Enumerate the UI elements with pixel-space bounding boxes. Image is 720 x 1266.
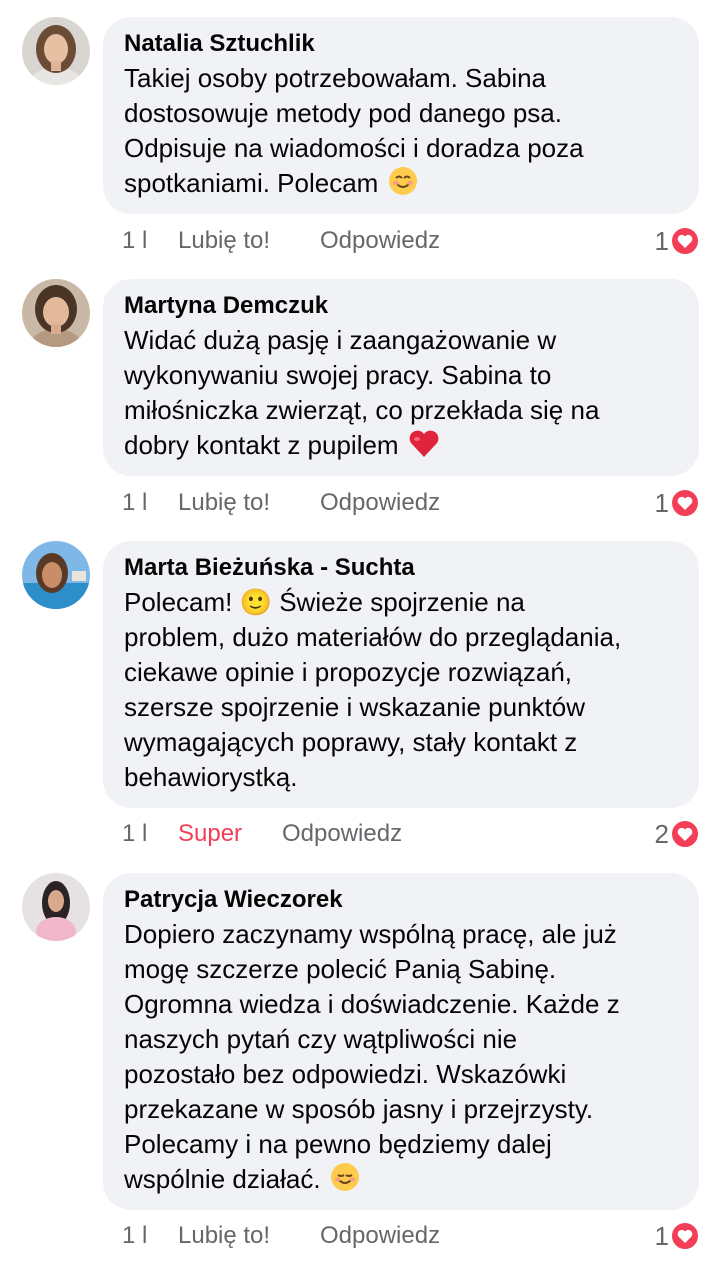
reaction-count: 1 xyxy=(654,226,669,256)
comment-text: Takiej osoby potrzebowałam. Sabina dostos… xyxy=(124,63,584,198)
comment-text: Dopiero zaczynamy wspólną pracę, ale już… xyxy=(124,919,620,1194)
like-button[interactable]: Lubię to! xyxy=(178,1219,270,1253)
avatar[interactable] xyxy=(22,873,90,941)
comment-author[interactable]: Patrycja Wieczorek xyxy=(124,885,681,915)
comment: Patrycja Wieczorek Dopiero zaczynamy wsp… xyxy=(0,873,720,1253)
comment-author[interactable]: Marta Bieżuńska - Suchta xyxy=(124,553,681,583)
comment-bubble: Patrycja Wieczorek Dopiero zaczynamy wsp… xyxy=(103,873,699,1210)
avatar[interactable] xyxy=(22,541,90,609)
avatar[interactable] xyxy=(22,17,90,85)
comments-list: Natalia Sztuchlik Takiej osoby potrzebow… xyxy=(0,0,720,1266)
reply-button[interactable]: Odpowiedz xyxy=(282,817,402,851)
love-icon xyxy=(670,226,700,256)
reply-button[interactable]: Odpowiedz xyxy=(320,486,440,520)
red-heart-icon xyxy=(408,428,440,458)
comment-time[interactable]: 1 l xyxy=(122,817,147,851)
love-icon xyxy=(670,1221,700,1251)
comment-bubble: Martyna Demczuk Widać dużą pasję i zaang… xyxy=(103,279,699,476)
smiling-face-with-smiling-eyes-icon xyxy=(388,166,418,196)
comment: Natalia Sztuchlik Takiej osoby potrzebow… xyxy=(0,17,720,262)
reply-button[interactable]: Odpowiedz xyxy=(320,224,440,258)
like-button[interactable]: Lubię to! xyxy=(178,486,270,520)
reaction-summary[interactable]: 1 xyxy=(655,486,700,520)
reaction-count: 1 xyxy=(654,488,669,518)
comment-author[interactable]: Martyna Demczuk xyxy=(124,291,681,321)
comment-time[interactable]: 1 l xyxy=(122,1219,147,1253)
comment-text: Polecam! 🙂 Świeże spojrzenie na problem, … xyxy=(124,587,622,792)
reaction-count: 1 xyxy=(654,1221,669,1251)
comment-bubble: Natalia Sztuchlik Takiej osoby potrzebow… xyxy=(103,17,699,214)
reaction-summary[interactable]: 2 xyxy=(655,817,700,851)
smiling-face-icon xyxy=(330,1162,360,1192)
love-icon xyxy=(670,488,700,518)
reaction-count: 2 xyxy=(654,819,669,849)
comment-time[interactable]: 1 l xyxy=(122,486,147,520)
love-icon xyxy=(670,819,700,849)
reaction-summary[interactable]: 1 xyxy=(655,1219,700,1253)
like-button[interactable]: Lubię to! xyxy=(178,224,270,258)
comment-time[interactable]: 1 l xyxy=(122,224,147,258)
comment-bubble: Marta Bieżuńska - Suchta Polecam! 🙂 Świe… xyxy=(103,541,699,808)
comment-text: Widać dużą pasję i zaangażowanie w wykony… xyxy=(124,325,600,460)
avatar[interactable] xyxy=(22,279,90,347)
reaction-summary[interactable]: 1 xyxy=(655,224,700,258)
super-reaction-button[interactable]: Super xyxy=(178,817,242,851)
comment: Martyna Demczuk Widać dużą pasję i zaang… xyxy=(0,279,720,524)
comment: Marta Bieżuńska - Suchta Polecam! 🙂 Świe… xyxy=(0,541,720,853)
reply-button[interactable]: Odpowiedz xyxy=(320,1219,440,1253)
comment-author[interactable]: Natalia Sztuchlik xyxy=(124,29,681,59)
